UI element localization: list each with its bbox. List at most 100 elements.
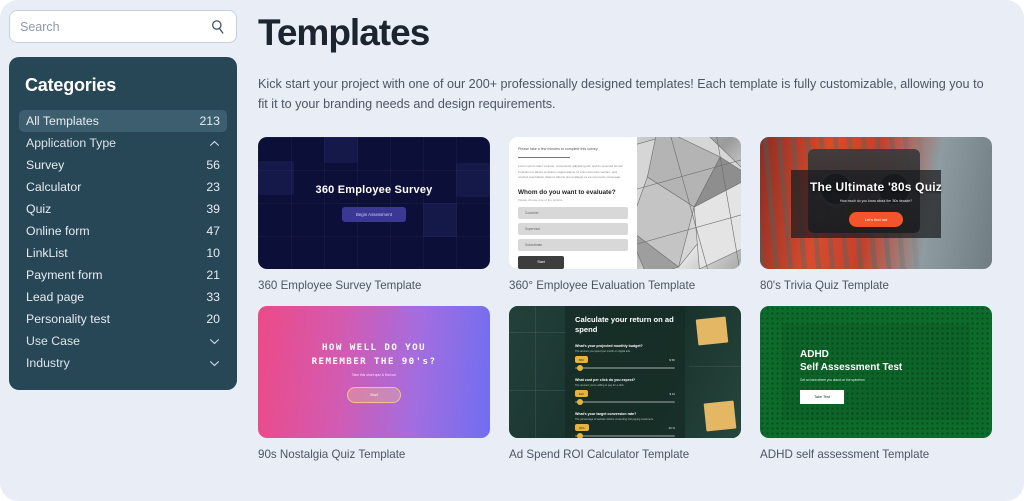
sidebar-item-label: Personality test [26,312,111,326]
sidebar-item-all-templates[interactable]: All Templates 213 [19,110,227,132]
question-hint: The amount you spend per month on digita… [575,350,631,354]
sidebar-item-label: Quiz [26,202,52,216]
slider-track[interactable] [575,433,675,439]
categories-panel: Categories All Templates 213 Application… [9,57,237,390]
template-card[interactable]: Calculate your return on ad spend What's… [509,306,741,461]
sticky-note [703,400,737,432]
sticky-note [695,316,729,346]
template-thumbnail[interactable]: The Ultimate '80s Quiz How much do you k… [760,137,992,270]
categories-list: All Templates 213 Application Type Surve… [9,110,237,374]
sidebar-item-count: 56 [206,158,220,172]
question-value: $ 5K [669,357,675,362]
thumb-cta-button[interactable]: Let's find out [848,211,904,227]
thumb-option[interactable]: Supervisor [518,222,628,235]
question-label: What's your projected monthly budget? [575,344,643,349]
template-card[interactable]: 360 Employee Survey Begin Assessment 360… [258,137,490,292]
sidebar-item-count: 39 [206,202,220,216]
sidebar-item-count: 20 [206,312,220,326]
sidebar-item-count: 33 [206,290,220,304]
template-thumbnail[interactable]: Please take a few minutes to complete th… [509,137,741,270]
slider-handle[interactable] [577,399,583,406]
templates-grid: 360 Employee Survey Begin Assessment 360… [258,137,1014,461]
slider-track[interactable] [575,365,675,372]
thumb-cta-button[interactable]: Start [346,387,402,404]
main-content: Templates Kick start your project with o… [258,0,1024,501]
template-card[interactable]: ADHD Self Assessment Test Get an idea wh… [760,306,992,461]
sidebar-item-survey[interactable]: Survey 56 [19,154,227,176]
template-thumbnail[interactable]: Calculate your return on ad spend What's… [509,306,741,439]
thumb-image [637,137,741,270]
template-card[interactable]: HOW WELL DO YOU REMEMBER THE 90's? Take … [258,306,490,461]
question-label: What cost per click do you expect? [575,378,636,383]
decorative-line [509,390,569,392]
sidebar-item-count: 21 [206,268,220,282]
template-caption: 360° Employee Evaluation Template [509,279,696,293]
decorative-line [509,332,569,334]
thumb-heading: 360 Employee Survey [315,184,433,197]
search-input[interactable] [20,19,210,34]
search-box[interactable] [9,10,237,43]
thumb-subheading: Take this short quiz & find out [351,373,397,378]
sidebar-group-use-case[interactable]: Use Case [19,330,227,352]
page-title: Templates [258,12,430,53]
thumb-subheading: Get an idea where you stand on the spect… [800,378,865,383]
search-icon[interactable] [210,19,226,35]
thumb-option[interactable]: Coworker [518,206,628,219]
sidebar-item-label: Industry [26,356,70,370]
slider-track[interactable] [575,399,675,406]
sidebar-item-label: Online form [26,224,90,238]
sidebar-item-lead-page[interactable]: Lead page 33 [19,286,227,308]
template-thumbnail[interactable]: HOW WELL DO YOU REMEMBER THE 90's? Take … [258,306,490,439]
thumb-panel: Calculate your return on ad spend What's… [565,306,685,439]
thumb-cta-button[interactable]: Take Test [800,390,844,405]
thumb-option[interactable]: Subordinate [518,238,628,251]
sidebar-item-label: Calculator [26,180,82,194]
template-card[interactable]: Please take a few minutes to complete th… [509,137,741,292]
sidebar-item-label: LinkList [26,246,68,260]
thumb-heading-line1: HOW WELL DO YOU [322,341,426,353]
calculator-question: What's your projected monthly budget? Th… [575,344,675,372]
thumb-heading: The Ultimate '80s Quiz [810,179,942,194]
sidebar-item-count: 23 [206,180,220,194]
calculator-question: What's your target conversion rate? The … [575,412,675,439]
question-pill: $5K [575,356,588,364]
templates-page: Categories All Templates 213 Application… [0,0,1024,501]
decorative-line [535,306,536,439]
question-value: 20 % [668,425,675,430]
thumb-heading-line2: Self Assessment Test [800,362,903,374]
slider-handle[interactable] [577,365,583,372]
sidebar-item-quiz[interactable]: Quiz 39 [19,198,227,220]
sidebar-group-industry[interactable]: Industry [19,352,227,374]
sidebar-item-online-form[interactable]: Online form 47 [19,220,227,242]
chevron-up-icon[interactable] [209,140,220,147]
chevron-down-icon[interactable] [209,338,220,345]
decorative-line [689,366,741,368]
thumb-question: Whom do you want to evaluate? [518,188,616,196]
thumb-intro: Please take a few minutes to complete th… [518,147,598,152]
slider-handle[interactable] [577,433,583,439]
question-pill: $10 [575,390,588,398]
sidebar-item-personality-test[interactable]: Personality test 20 [19,308,227,330]
sidebar-item-label: Lead page [26,290,85,304]
categories-title: Categories [25,75,117,95]
sidebar-item-linklist[interactable]: LinkList 10 [19,242,227,264]
sidebar-item-label: All Templates [26,114,99,128]
chevron-down-icon[interactable] [209,360,220,367]
template-thumbnail[interactable]: 360 Employee Survey Begin Assessment [258,137,490,270]
sidebar-item-calculator[interactable]: Calculator 23 [19,176,227,198]
template-card[interactable]: The Ultimate '80s Quiz How much do you k… [760,137,992,292]
sidebar-item-payment-form[interactable]: Payment form 21 [19,264,227,286]
sidebar-item-count: 10 [206,246,220,260]
template-caption: ADHD self assessment Template [760,448,930,462]
thumb-heading: Calculate your return on ad spend [575,315,674,335]
template-thumbnail[interactable]: ADHD Self Assessment Test Get an idea wh… [760,306,992,439]
template-caption: 80's Trivia Quiz Template [760,279,889,293]
sidebar-item-count: 47 [206,224,220,238]
divider [518,157,570,159]
sidebar-group-application-type[interactable]: Application Type [19,132,227,154]
sidebar-item-label: Survey [26,158,65,172]
thumb-cta-button[interactable]: Start [518,255,564,269]
question-hint: The amount you're willing to pay for a c… [575,384,625,388]
thumb-cta-button[interactable]: Begin Assessment [341,207,407,223]
sidebar-item-count: 213 [199,114,220,128]
